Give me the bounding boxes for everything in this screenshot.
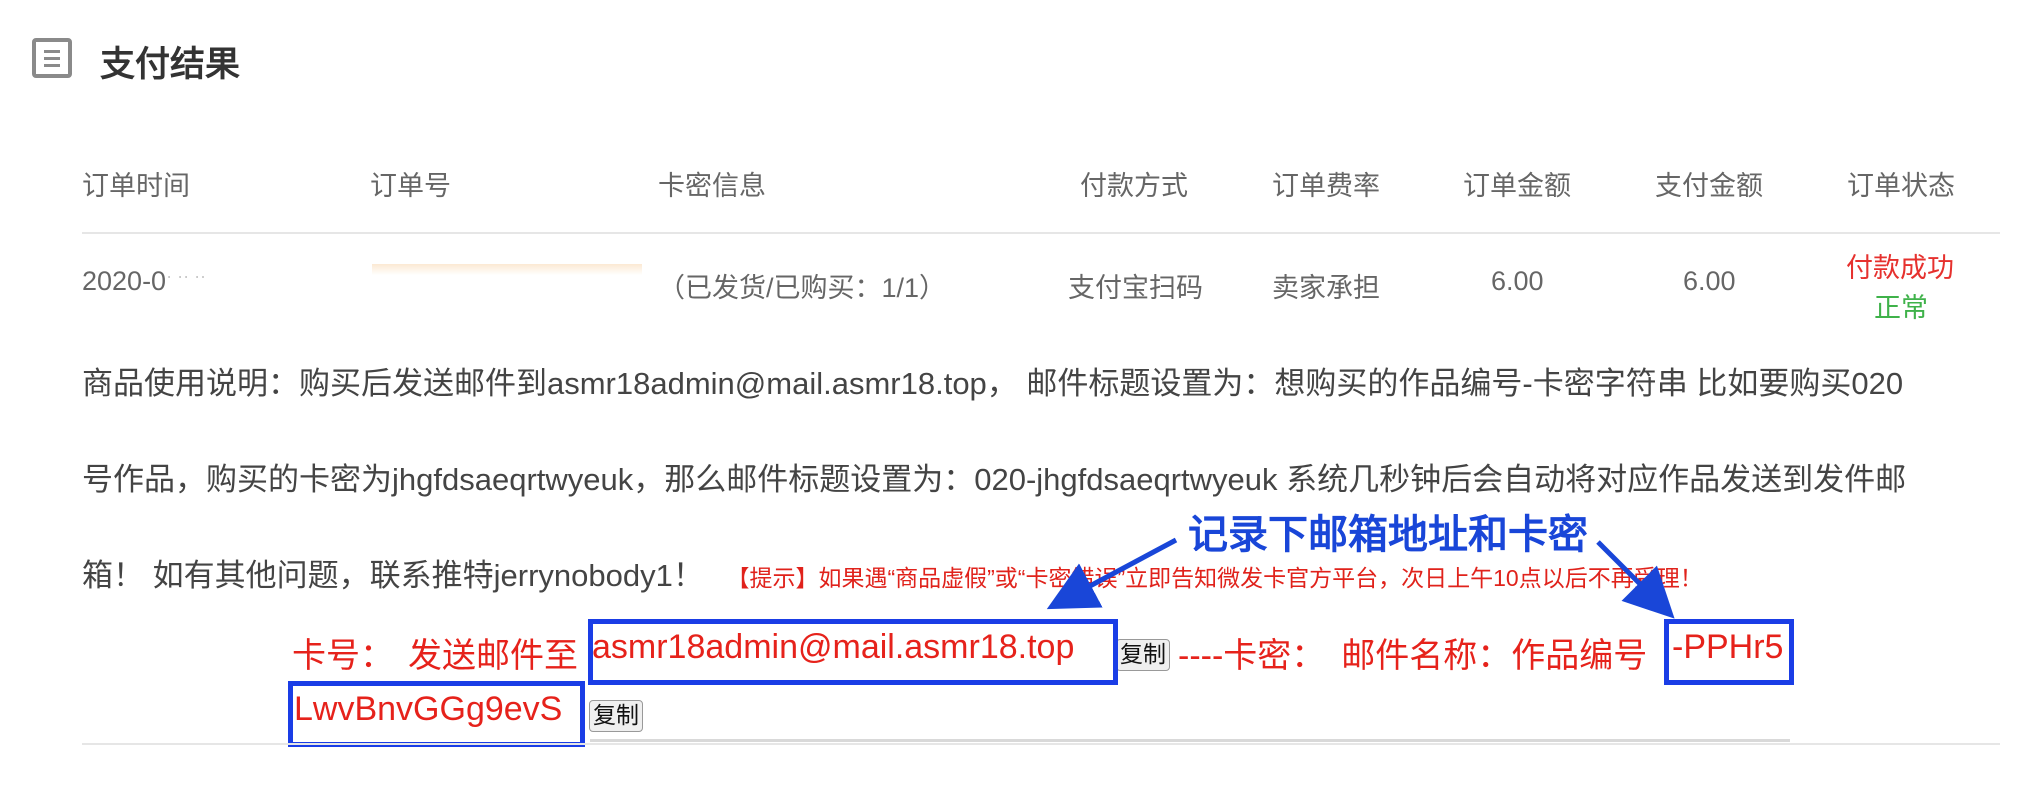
bottom-divider [82,743,2000,745]
arrow-to-email [1046,537,1178,610]
annotation-arrows [1046,537,1675,619]
arrow-to-secret [1596,540,1675,619]
bottom-shadow [590,739,1790,742]
